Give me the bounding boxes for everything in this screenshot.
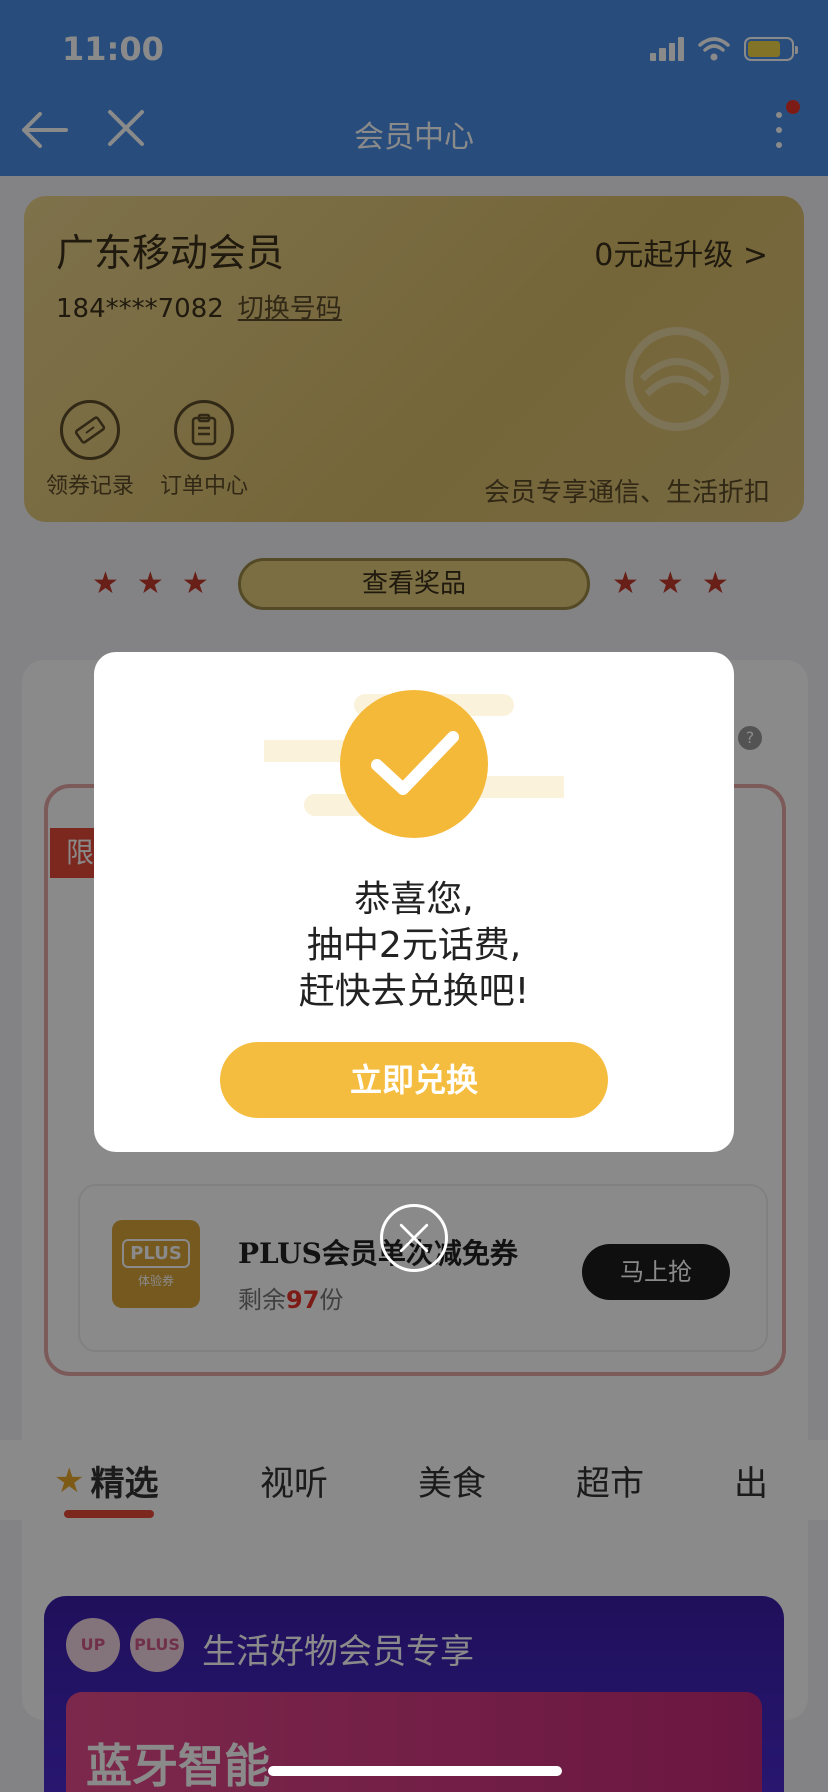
modal-prize-text: 抽中2元话费, <box>306 925 522 966</box>
home-indicator <box>268 1766 562 1776</box>
modal-hint: 赶快去兑换吧! <box>298 971 530 1012</box>
success-check-icon <box>340 690 488 838</box>
redeem-now-button[interactable]: 立即兑换 <box>220 1042 608 1118</box>
prize-modal: 恭喜您, 抽中2元话费, 赶快去兑换吧! 立即兑换 <box>94 652 734 1152</box>
modal-congrats: 恭喜您, <box>354 879 474 920</box>
modal-close-icon[interactable] <box>380 1204 448 1272</box>
